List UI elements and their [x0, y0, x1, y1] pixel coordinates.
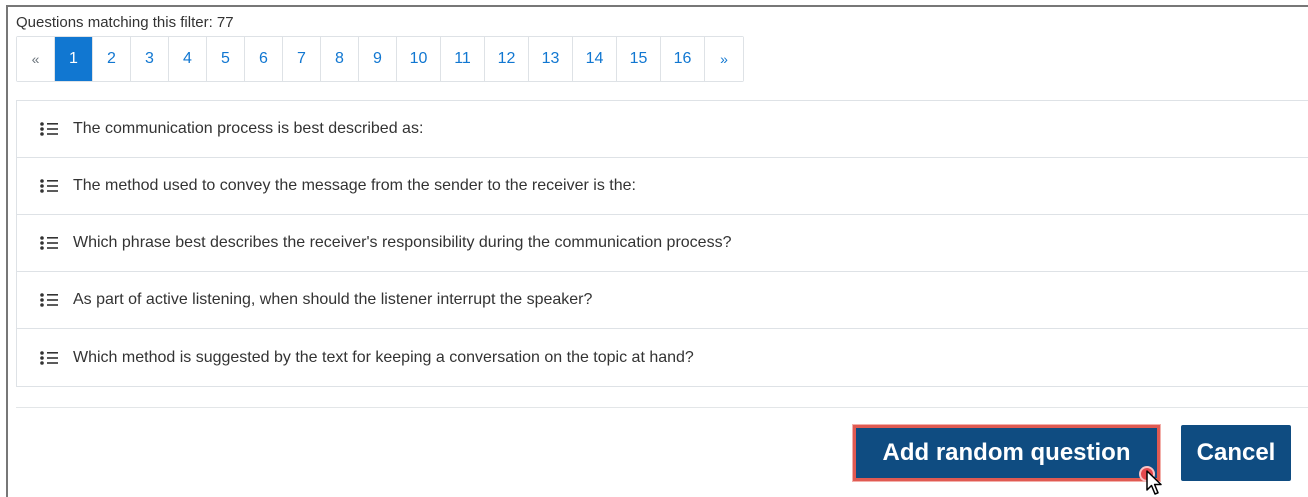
question-text: Which method is suggested by the text fo…: [73, 348, 694, 366]
question-text: As part of active listening, when should…: [73, 291, 593, 308]
multichoice-icon: [40, 179, 58, 193]
question-item[interactable]: Which phrase best describes the receiver…: [17, 215, 1308, 272]
footer-divider: [16, 407, 1308, 408]
page-button-2[interactable]: 2: [93, 37, 131, 81]
page-button-9[interactable]: 9: [359, 37, 397, 81]
page-button-13[interactable]: 13: [529, 37, 573, 81]
page-button-6[interactable]: 6: [245, 37, 283, 81]
page-button-12[interactable]: 12: [485, 37, 529, 81]
mouse-pointer-icon: [1146, 470, 1162, 495]
question-list: The communication process is best descri…: [16, 100, 1308, 387]
add-random-question-button[interactable]: Add random question: [853, 425, 1160, 481]
cancel-button[interactable]: Cancel: [1181, 425, 1291, 481]
page-button-14[interactable]: 14: [573, 37, 617, 81]
question-item[interactable]: Which method is suggested by the text fo…: [17, 329, 1308, 386]
page-button-1[interactable]: 1: [55, 37, 93, 81]
question-item[interactable]: As part of active listening, when should…: [17, 272, 1308, 329]
page-prev-button[interactable]: «: [17, 37, 55, 81]
page-button-7[interactable]: 7: [283, 37, 321, 81]
page-button-8[interactable]: 8: [321, 37, 359, 81]
question-item[interactable]: The communication process is best descri…: [17, 101, 1308, 158]
page-next-button[interactable]: »: [705, 37, 743, 81]
page-button-5[interactable]: 5: [207, 37, 245, 81]
page-button-15[interactable]: 15: [617, 37, 661, 81]
question-item[interactable]: The method used to convey the message fr…: [17, 158, 1308, 215]
page-button-3[interactable]: 3: [131, 37, 169, 81]
page-button-10[interactable]: 10: [397, 37, 441, 81]
multichoice-icon: [40, 350, 58, 365]
multichoice-icon: [40, 122, 58, 136]
question-text: The communication process is best descri…: [73, 120, 424, 137]
pagination: « 1 2 3 4 5 6 7 8 9 10 11 12 13 14 15 16…: [16, 36, 744, 82]
multichoice-icon: [40, 236, 58, 250]
page-button-4[interactable]: 4: [169, 37, 207, 81]
multichoice-icon: [40, 293, 58, 307]
question-text: Which phrase best describes the receiver…: [73, 234, 732, 251]
page-button-11[interactable]: 11: [441, 37, 485, 81]
page-button-16[interactable]: 16: [661, 37, 705, 81]
question-text: The method used to convey the message fr…: [73, 177, 636, 194]
filter-match-count: Questions matching this filter: 77: [16, 14, 234, 31]
